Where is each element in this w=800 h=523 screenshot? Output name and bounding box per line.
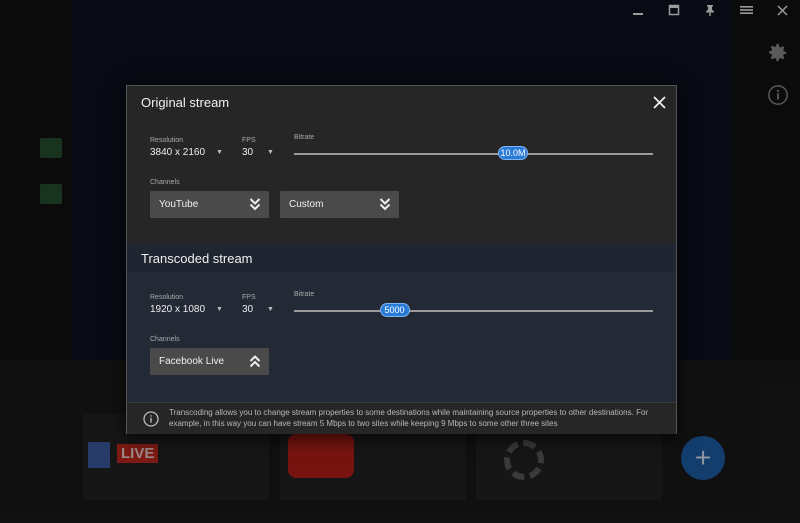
transcoding-info-text: Transcoding allows you to change stream … xyxy=(169,408,649,428)
resolution-label: Resolution xyxy=(150,137,184,144)
transcoded-stream-section: Transcoded stream Resolution 1920 x 1080… xyxy=(127,244,676,402)
resolution-dropdown-icon[interactable]: ▼ xyxy=(216,306,223,313)
original-stream-title: Original stream xyxy=(141,94,230,110)
chevron-double-down-icon xyxy=(249,198,261,211)
dialog-header: Original stream xyxy=(127,86,676,118)
resolution-label: Resolution xyxy=(150,294,184,301)
info-icon xyxy=(143,411,159,427)
channel-select-custom[interactable]: Custom xyxy=(280,191,399,218)
channel-select-label: YouTube xyxy=(159,199,199,210)
resolution-dropdown-icon[interactable]: ▼ xyxy=(216,149,223,156)
resolution-select[interactable]: 3840 x 2160 xyxy=(150,147,205,158)
resolution-select[interactable]: 1920 x 1080 xyxy=(150,304,205,315)
info-footer: Transcoding allows you to change stream … xyxy=(127,402,676,434)
channel-select-youtube[interactable]: YouTube xyxy=(150,191,269,218)
close-dialog-button[interactable] xyxy=(648,91,670,113)
channel-select-label: Facebook Live xyxy=(159,356,225,367)
chevron-double-up-icon xyxy=(249,355,261,368)
fps-dropdown-icon[interactable]: ▼ xyxy=(267,149,274,156)
transcoded-stream-header: Transcoded stream xyxy=(127,244,676,272)
bitrate-label: Bitrate xyxy=(294,291,315,298)
transcoded-stream-title: Transcoded stream xyxy=(141,250,253,266)
fps-label: FPS xyxy=(242,137,256,144)
bitrate-label: Bitrate xyxy=(294,134,315,141)
close-icon xyxy=(652,95,666,109)
original-stream-section: Resolution 3840 x 2160 ▼ FPS 30 ▼ Bitrat… xyxy=(127,118,676,244)
transcoding-dialog: Original stream Resolution 3840 x 2160 ▼… xyxy=(126,85,677,434)
channels-label: Channels xyxy=(150,336,180,343)
fps-label: FPS xyxy=(242,294,256,301)
fps-select[interactable]: 30 xyxy=(242,147,253,158)
fps-select[interactable]: 30 xyxy=(242,304,253,315)
bitrate-slider-track[interactable] xyxy=(294,310,653,312)
channel-select-label: Custom xyxy=(289,199,324,210)
channels-label: Channels xyxy=(150,179,180,186)
bitrate-slider-thumb[interactable]: 5000 xyxy=(379,303,410,317)
bitrate-slider-thumb[interactable]: 10.0M xyxy=(497,146,528,160)
chevron-double-down-icon xyxy=(379,198,391,211)
bitrate-slider-track[interactable] xyxy=(294,153,653,155)
channel-select-facebook-live[interactable]: Facebook Live xyxy=(150,348,269,375)
fps-dropdown-icon[interactable]: ▼ xyxy=(267,306,274,313)
